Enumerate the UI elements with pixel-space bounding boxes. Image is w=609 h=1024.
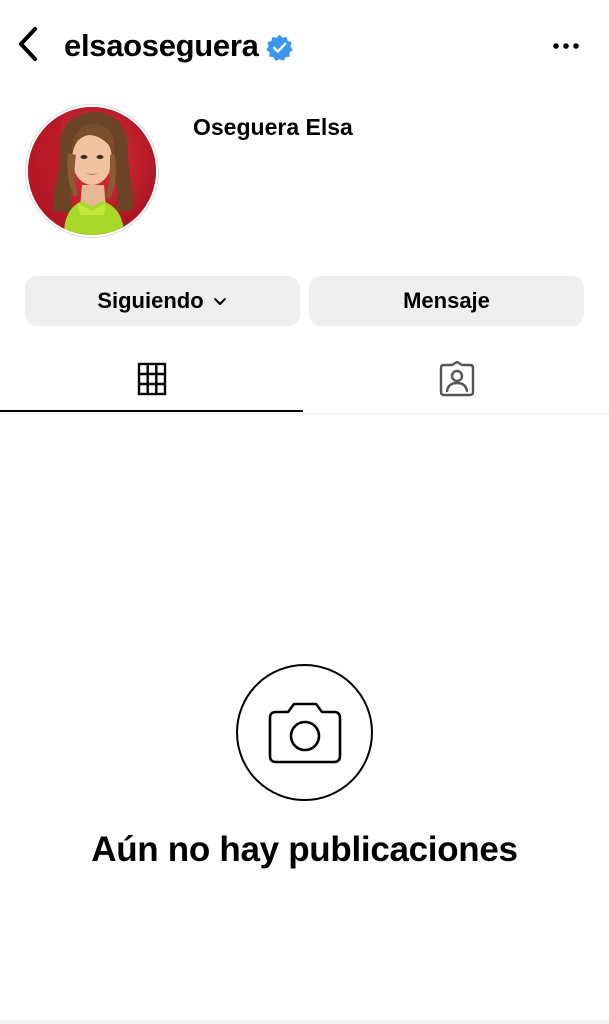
message-button[interactable]: Mensaje (309, 276, 584, 326)
username-container: elsaoseguera (64, 26, 293, 66)
profile-tabs (0, 344, 609, 414)
profile-photo (28, 107, 156, 235)
message-label: Mensaje (403, 288, 490, 313)
verified-badge-icon (265, 34, 293, 61)
tagged-user-icon (439, 360, 475, 396)
camera-icon (268, 702, 341, 763)
chevron-left-icon (19, 27, 37, 61)
more-horizontal-icon (553, 43, 579, 49)
profile-header: elsaoseguera (0, 0, 609, 92)
profile-username: elsaoseguera (64, 28, 259, 63)
chevron-down-icon (213, 298, 226, 305)
empty-state-icon-circle (236, 664, 373, 801)
display-name: Oseguera Elsa (193, 114, 353, 140)
tab-tagged[interactable] (305, 344, 609, 413)
tab-grid[interactable] (0, 344, 304, 413)
following-button[interactable]: Siguiendo (25, 276, 300, 326)
grid-icon (137, 362, 167, 395)
avatar[interactable] (25, 104, 159, 238)
more-options-button[interactable] (546, 30, 586, 62)
following-label: Siguiendo (97, 288, 204, 313)
empty-state-title: Aún no hay publicaciones (91, 830, 518, 869)
back-button[interactable] (8, 22, 48, 66)
bottom-divider (0, 1020, 609, 1024)
active-tab-indicator (0, 410, 303, 412)
profile-page: elsaoseguera Oseguera Elsa Siguiendo Men… (0, 0, 609, 1024)
